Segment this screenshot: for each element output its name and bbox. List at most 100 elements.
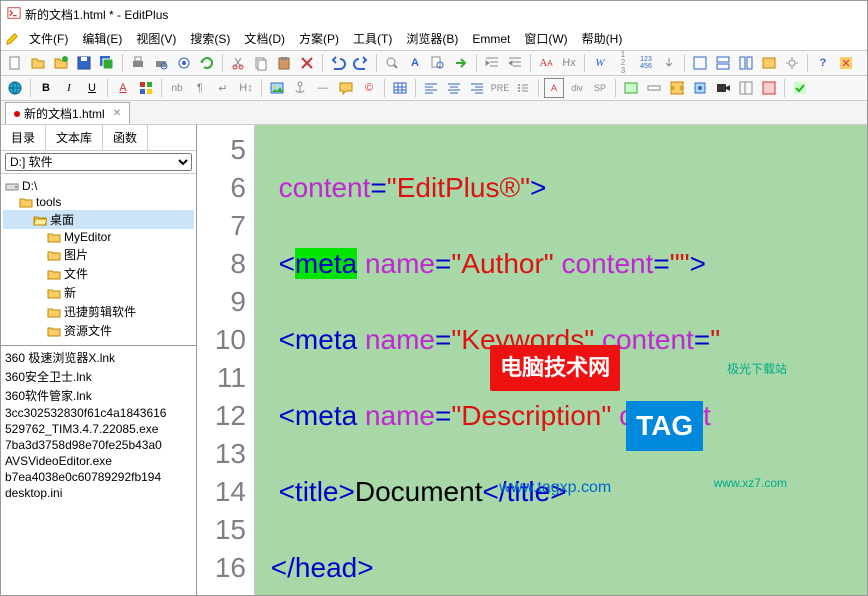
pre-icon[interactable]: PRE (490, 78, 510, 98)
paste-icon[interactable] (274, 53, 294, 73)
sidebar-tab-directory[interactable]: 目录 (1, 125, 46, 150)
file-item[interactable]: 529762_TIM3.4.7.22085.exe (5, 421, 192, 437)
invisible-icon[interactable] (659, 53, 679, 73)
menu-project[interactable]: 方案(P) (293, 28, 345, 49)
folder-tree[interactable]: D:\tools桌面MyEditor图片文件新迅捷剪辑软件资源文件 (1, 174, 196, 346)
file-item[interactable]: 7ba3d3758d98e70fe25b43a0 (5, 437, 192, 453)
file-item[interactable]: 360安全卫士.lnk (5, 367, 192, 386)
drive-selector[interactable]: D:] 软件 (1, 151, 196, 174)
drive-select[interactable]: D:] 软件 (5, 153, 192, 171)
file-item[interactable]: 360软件管家.lnk (5, 386, 192, 405)
window4-icon[interactable] (759, 53, 779, 73)
menu-file[interactable]: 文件(F) (23, 28, 74, 49)
refresh-icon[interactable] (197, 53, 217, 73)
menu-browser[interactable]: 浏览器(B) (400, 28, 464, 49)
find-icon[interactable] (382, 53, 402, 73)
menu-view[interactable]: 视图(V) (130, 28, 182, 49)
comment-icon[interactable] (336, 78, 356, 98)
tree-node[interactable]: 资源文件 (3, 321, 194, 340)
textarea-icon[interactable]: A (544, 78, 564, 98)
list-icon[interactable] (513, 78, 533, 98)
video-icon[interactable] (713, 78, 733, 98)
outdent-icon[interactable] (505, 53, 525, 73)
help-icon[interactable]: ? (813, 53, 833, 73)
file-item[interactable]: AVSVideoEditor.exe (5, 453, 192, 469)
tree-node[interactable]: MyEditor (3, 229, 194, 245)
close-tab-icon[interactable]: ✕ (113, 108, 121, 119)
replace-icon[interactable]: A (405, 53, 425, 73)
bold-icon[interactable]: B (36, 78, 56, 98)
window1-icon[interactable] (690, 53, 710, 73)
menu-tools[interactable]: 工具(T) (347, 28, 398, 49)
menu-window[interactable]: 窗口(W) (518, 28, 573, 49)
font-color-icon[interactable]: A (113, 78, 133, 98)
menu-document[interactable]: 文档(D) (238, 28, 291, 49)
h-icon[interactable]: H↕ (236, 78, 256, 98)
tree-node[interactable]: 迅捷剪辑软件 (3, 302, 194, 321)
file-list[interactable]: 360 极速浏览器X.lnk360安全卫士.lnk360软件管家.lnk3cc3… (1, 346, 196, 595)
save-all-icon[interactable] (97, 53, 117, 73)
sidebar-tab-functions[interactable]: 函数 (103, 125, 148, 150)
image-icon[interactable] (267, 78, 287, 98)
find-files-icon[interactable] (428, 53, 448, 73)
menu-search[interactable]: 搜索(S) (184, 28, 236, 49)
sidebar-tab-cliptext[interactable]: 文本库 (46, 125, 103, 150)
object-icon[interactable] (690, 78, 710, 98)
save-icon[interactable] (74, 53, 94, 73)
tree-node[interactable]: 图片 (3, 245, 194, 264)
wordwrap-icon[interactable]: W (590, 53, 610, 73)
goto-icon[interactable] (451, 53, 471, 73)
code-editor[interactable]: 5678910111213141516 content="EditPlus®">… (197, 125, 867, 595)
anchor-icon[interactable] (290, 78, 310, 98)
open-icon[interactable] (28, 53, 48, 73)
tree-node[interactable]: tools (3, 194, 194, 210)
new-icon[interactable] (5, 53, 25, 73)
preview-icon[interactable] (174, 53, 194, 73)
file-item[interactable]: b7ea4038e0c60789292fb194 (5, 469, 192, 485)
font-size-icon[interactable]: AA (536, 53, 556, 73)
align-right-icon[interactable] (467, 78, 487, 98)
window2-icon[interactable] (713, 53, 733, 73)
break-icon[interactable]: ↵ (213, 78, 233, 98)
indent-icon[interactable] (482, 53, 502, 73)
div-icon[interactable]: div (567, 78, 587, 98)
span-icon[interactable]: SP (590, 78, 610, 98)
copy-icon[interactable] (251, 53, 271, 73)
align-left-icon[interactable] (421, 78, 441, 98)
align-center-icon[interactable] (444, 78, 464, 98)
validate-icon[interactable] (790, 78, 810, 98)
document-tab[interactable]: 新的文档1.html ✕ (5, 102, 130, 124)
palette-icon[interactable] (136, 78, 156, 98)
linenum-icon[interactable]: 123 (613, 53, 633, 73)
frame-icon[interactable] (736, 78, 756, 98)
settings-icon[interactable] (782, 53, 802, 73)
hr-icon[interactable]: — (313, 78, 333, 98)
input-icon[interactable] (644, 78, 664, 98)
print-icon[interactable] (128, 53, 148, 73)
cut-icon[interactable] (228, 53, 248, 73)
code-area[interactable]: content="EditPlus®"> <meta name="Author"… (255, 125, 867, 595)
file-item[interactable]: desktop.ini (5, 485, 192, 501)
char-icon[interactable]: © (359, 78, 379, 98)
file-item[interactable]: 360 极速浏览器X.lnk (5, 348, 192, 367)
window3-icon[interactable] (736, 53, 756, 73)
para-icon[interactable]: ¶ (190, 78, 210, 98)
menu-edit[interactable]: 编辑(E) (76, 28, 128, 49)
file-item[interactable]: 3cc302532830f61c4a1843616 (5, 405, 192, 421)
undo-icon[interactable] (328, 53, 348, 73)
italic-icon[interactable]: I (59, 78, 79, 98)
tree-node[interactable]: 桌面 (3, 210, 194, 229)
style-icon[interactable] (759, 78, 779, 98)
script-icon[interactable] (667, 78, 687, 98)
underline-icon[interactable]: U (82, 78, 102, 98)
tree-node[interactable]: 新 (3, 283, 194, 302)
table-icon[interactable] (390, 78, 410, 98)
form-icon[interactable] (621, 78, 641, 98)
print-preview-icon[interactable] (151, 53, 171, 73)
nbsp-icon[interactable]: nb (167, 78, 187, 98)
heading-icon[interactable]: Hx (559, 53, 579, 73)
open-remote-icon[interactable] (51, 53, 71, 73)
tree-node[interactable]: D:\ (3, 178, 194, 194)
ruler-icon[interactable]: 123456 (636, 53, 656, 73)
menu-emmet[interactable]: Emmet (466, 30, 516, 48)
